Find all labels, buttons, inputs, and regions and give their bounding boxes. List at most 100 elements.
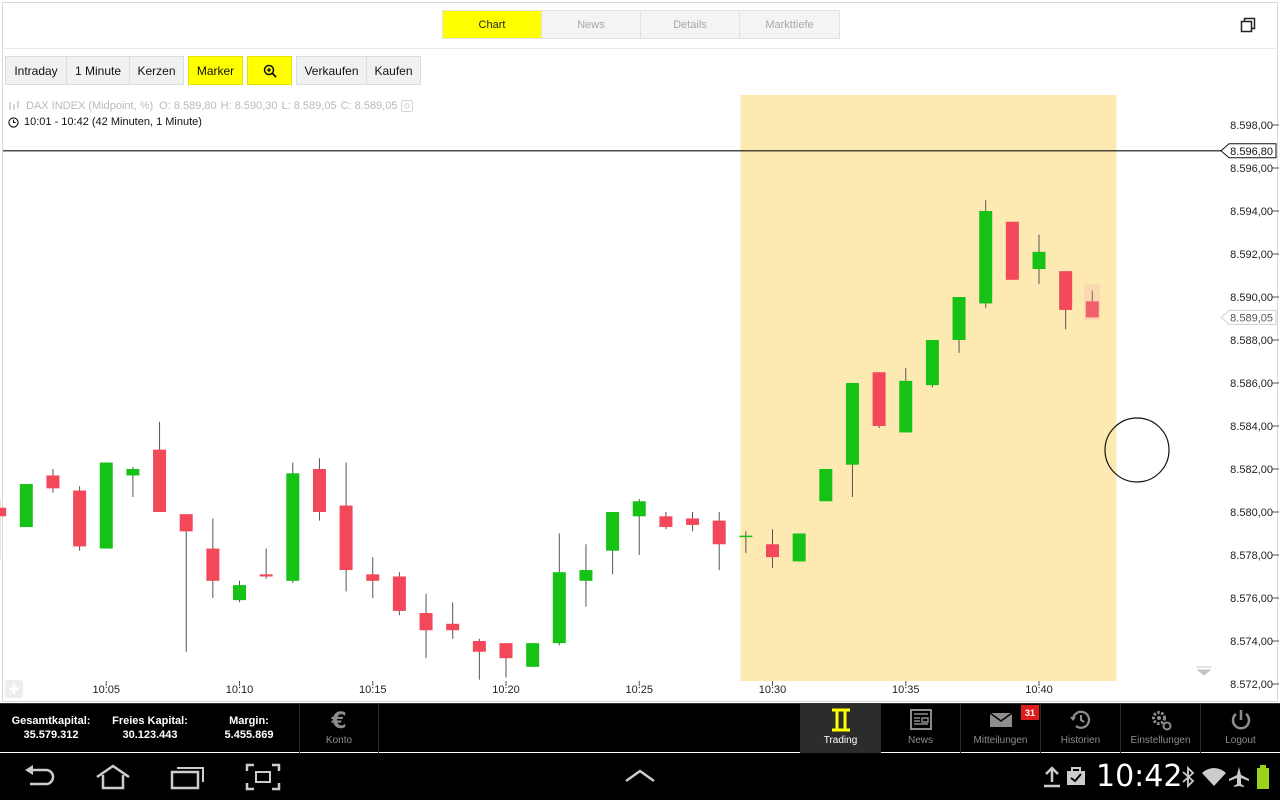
notification-badge: 31 bbox=[1021, 705, 1039, 720]
nav-mitteilungen-label: Mitteilungen bbox=[973, 735, 1028, 746]
shopping-bag-icon bbox=[1067, 767, 1085, 785]
chart-type-icon bbox=[9, 101, 19, 110]
candle-body[interactable] bbox=[899, 380, 913, 433]
candle-body[interactable] bbox=[792, 533, 806, 562]
marker-highlight-region[interactable] bbox=[740, 95, 1117, 681]
candle-body[interactable] bbox=[446, 623, 460, 631]
candle-body[interactable] bbox=[46, 475, 60, 489]
candle-body[interactable] bbox=[872, 372, 886, 426]
x-tick-label: 10:05 bbox=[92, 684, 120, 696]
y-tick-label: 8.588,00 bbox=[1230, 335, 1273, 347]
candle-body[interactable] bbox=[979, 211, 993, 304]
scroll-down-icon[interactable] bbox=[1196, 666, 1212, 676]
y-tick-label: 8.584,00 bbox=[1230, 421, 1273, 433]
nav-trading[interactable]: Trading bbox=[800, 704, 880, 753]
nav-einstellungen[interactable]: Einstellungen bbox=[1120, 704, 1200, 753]
free-capital: Freies Kapital: 30.123.443 bbox=[110, 714, 190, 742]
candle-body[interactable] bbox=[259, 574, 273, 577]
candle-body[interactable] bbox=[99, 462, 113, 549]
nav-konto[interactable]: € Konto bbox=[299, 704, 379, 753]
candle-body[interactable] bbox=[419, 613, 433, 631]
svg-text:€: € bbox=[330, 709, 346, 732]
history-icon bbox=[1069, 710, 1090, 729]
free-capital-value: 30.123.443 bbox=[122, 729, 178, 741]
upload-icon bbox=[1044, 766, 1060, 788]
y-tick-label: 8.580,00 bbox=[1230, 507, 1273, 519]
candle-body[interactable] bbox=[739, 535, 753, 538]
candle-body[interactable] bbox=[206, 548, 220, 581]
x-tick-label: 10:35 bbox=[892, 684, 920, 696]
candle-body[interactable] bbox=[312, 469, 326, 512]
margin-label: Margin: bbox=[229, 715, 269, 727]
x-tick-label: 10:40 bbox=[1025, 684, 1053, 696]
candle-body[interactable] bbox=[286, 473, 300, 581]
candle-body[interactable] bbox=[686, 518, 700, 525]
nav-einstellungen-label: Einstellungen bbox=[1130, 735, 1191, 746]
instrument-name: DAX INDEX (Midpoint, %) bbox=[26, 100, 154, 112]
recent-apps-icon[interactable] bbox=[170, 764, 206, 790]
candle-body[interactable] bbox=[1032, 251, 1046, 270]
candle-body[interactable] bbox=[1059, 271, 1073, 310]
screenshot-icon[interactable] bbox=[245, 763, 281, 791]
candle-body[interactable] bbox=[339, 505, 353, 571]
candle-body[interactable] bbox=[0, 507, 7, 517]
candle-body[interactable] bbox=[712, 520, 726, 545]
candle-body[interactable] bbox=[392, 576, 406, 611]
candle-body[interactable] bbox=[19, 484, 33, 528]
euro-icon: € bbox=[330, 709, 346, 732]
nav-konto-label: Konto bbox=[325, 735, 353, 746]
chevron-up-icon[interactable] bbox=[623, 768, 657, 784]
candle-body[interactable] bbox=[845, 383, 859, 465]
candle-body[interactable] bbox=[766, 544, 779, 558]
y-tick-label: 8.572,00 bbox=[1230, 679, 1273, 691]
candle-body[interactable] bbox=[579, 570, 593, 581]
candle-body[interactable] bbox=[153, 449, 167, 512]
trading-icon bbox=[831, 708, 850, 732]
y-tick-label: 8.598,00 bbox=[1230, 120, 1273, 132]
time-range-text: 10:01 - 10:42 (42 Minuten, 1 Minute) bbox=[24, 116, 202, 128]
candle-body[interactable] bbox=[126, 469, 140, 476]
time-range-info: 10:01 - 10:42 (42 Minuten, 1 Minute) bbox=[8, 116, 202, 128]
last-price-label: 8.589,05 bbox=[1230, 312, 1273, 324]
wifi-icon bbox=[1202, 768, 1226, 786]
nav-historien-label: Historien bbox=[1060, 735, 1101, 746]
nav-mitteilungen[interactable]: Mitteilungen 31 bbox=[960, 704, 1040, 753]
candle-body[interactable] bbox=[472, 641, 486, 652]
y-tick-label: 8.574,00 bbox=[1230, 636, 1273, 648]
low-value: L: 8.589,05 bbox=[281, 100, 337, 112]
x-tick-label: 10:10 bbox=[226, 684, 254, 696]
candle-body[interactable] bbox=[233, 585, 246, 601]
total-capital-label: Gesamtkapital: bbox=[11, 715, 91, 727]
candle-body[interactable] bbox=[366, 574, 380, 581]
y-tick-label: 8.576,00 bbox=[1230, 593, 1273, 605]
nav-news[interactable]: News bbox=[880, 704, 960, 753]
candle-body[interactable] bbox=[659, 516, 673, 528]
bluetooth-icon bbox=[1182, 766, 1195, 788]
nav-logout[interactable]: Logout bbox=[1200, 704, 1280, 753]
candle-body[interactable] bbox=[499, 643, 513, 659]
total-capital: Gesamtkapital: 35.579.312 bbox=[10, 714, 92, 742]
nav-news-label: News bbox=[907, 735, 933, 746]
candle-body[interactable] bbox=[632, 501, 646, 517]
settings-icon[interactable] bbox=[401, 100, 414, 112]
candle-body[interactable] bbox=[1005, 221, 1019, 280]
margin-value: 5.455.869 bbox=[224, 729, 274, 741]
mail-icon bbox=[989, 712, 1012, 727]
candle-body[interactable] bbox=[526, 643, 540, 667]
home-icon[interactable] bbox=[93, 764, 133, 790]
nav-trading-label: Trading bbox=[823, 735, 858, 746]
candle-body[interactable] bbox=[606, 512, 620, 551]
y-tick-label: 8.578,00 bbox=[1230, 550, 1273, 562]
candle-body[interactable] bbox=[179, 514, 193, 532]
instrument-info: DAX INDEX (Midpoint, %) O: 8.589,80 H: 8… bbox=[8, 100, 414, 112]
x-tick-label: 10:15 bbox=[359, 684, 387, 696]
candle-body[interactable] bbox=[819, 469, 833, 502]
candle-body[interactable] bbox=[925, 340, 939, 386]
nav-historien[interactable]: Historien bbox=[1040, 704, 1120, 753]
candle-body[interactable] bbox=[552, 572, 566, 644]
nav-logout-label: Logout bbox=[1225, 735, 1256, 746]
candle-body[interactable] bbox=[952, 297, 966, 340]
back-icon[interactable] bbox=[22, 764, 56, 790]
margin: Margin: 5.455.869 bbox=[214, 714, 284, 742]
candle-body[interactable] bbox=[73, 490, 87, 547]
